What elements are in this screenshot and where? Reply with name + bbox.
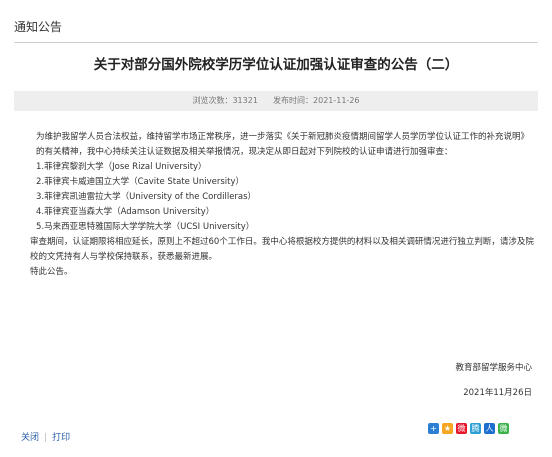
list-item: 1.菲律宾黎刹大学（Jose Rizal University） [36,162,207,172]
page-title: 关于对部分国外院校学历学位认证加强认证审查的公告（二） [93,57,459,73]
close-link[interactable]: 关闭 [21,433,39,443]
share-tqq-icon[interactable]: 腾 [470,423,481,434]
sign-date: 2021年11月26日 [463,388,532,398]
share-qzone-icon[interactable]: ★ [442,423,453,434]
footer-actions: 关闭 | 打印 [21,430,70,443]
article-meta: 浏览次数：31321 发布时间：2021-11-26 [14,91,538,111]
views-label: 浏览次数： [192,96,233,105]
date-label: 发布时间： [273,96,314,105]
list-item: 2.菲律宾卡威迪国立大学（Cavite State University） [36,177,244,187]
list-item: 5.马来西亚思特雅国际大学学院大学（UCSI University） [36,222,255,232]
publish-date: 2021-11-26 [313,96,360,105]
section-header: 通知公告 [14,18,538,43]
share-plus-icon[interactable]: + [428,423,439,434]
section-label: 通知公告 [14,20,63,34]
signature: 教育部留学服务中心 [455,363,532,373]
article-body: 为维护我留学人员合法权益，维持留学市场正常秩序，进一步落实《关于新冠肺炎疫情期间… [30,130,536,280]
share-weibo-icon[interactable]: 微 [456,423,467,434]
intro-paragraph: 为维护我留学人员合法权益，维持留学市场正常秩序，进一步落实《关于新冠肺炎疫情期间… [36,132,530,157]
share-wechat-icon[interactable]: 微 [498,423,509,434]
divider: | [44,433,48,443]
share-renren-icon[interactable]: 人 [484,423,495,434]
list-item: 4.菲律宾亚当森大学（Adamson University） [36,207,215,217]
print-link[interactable]: 打印 [52,433,70,443]
list-item: 3.菲律宾凯迪雷拉大学（University of the Cordillera… [36,192,257,202]
closing-text: 特此公告。 [30,267,73,277]
views-count: 31321 [232,96,258,105]
share-bar: + ★ 微腾人微 [428,423,509,434]
review-paragraph: 审查期间，认证期限将相应延长，原则上不超过60个工作日。我中心将根据校方提供的材… [30,237,534,262]
